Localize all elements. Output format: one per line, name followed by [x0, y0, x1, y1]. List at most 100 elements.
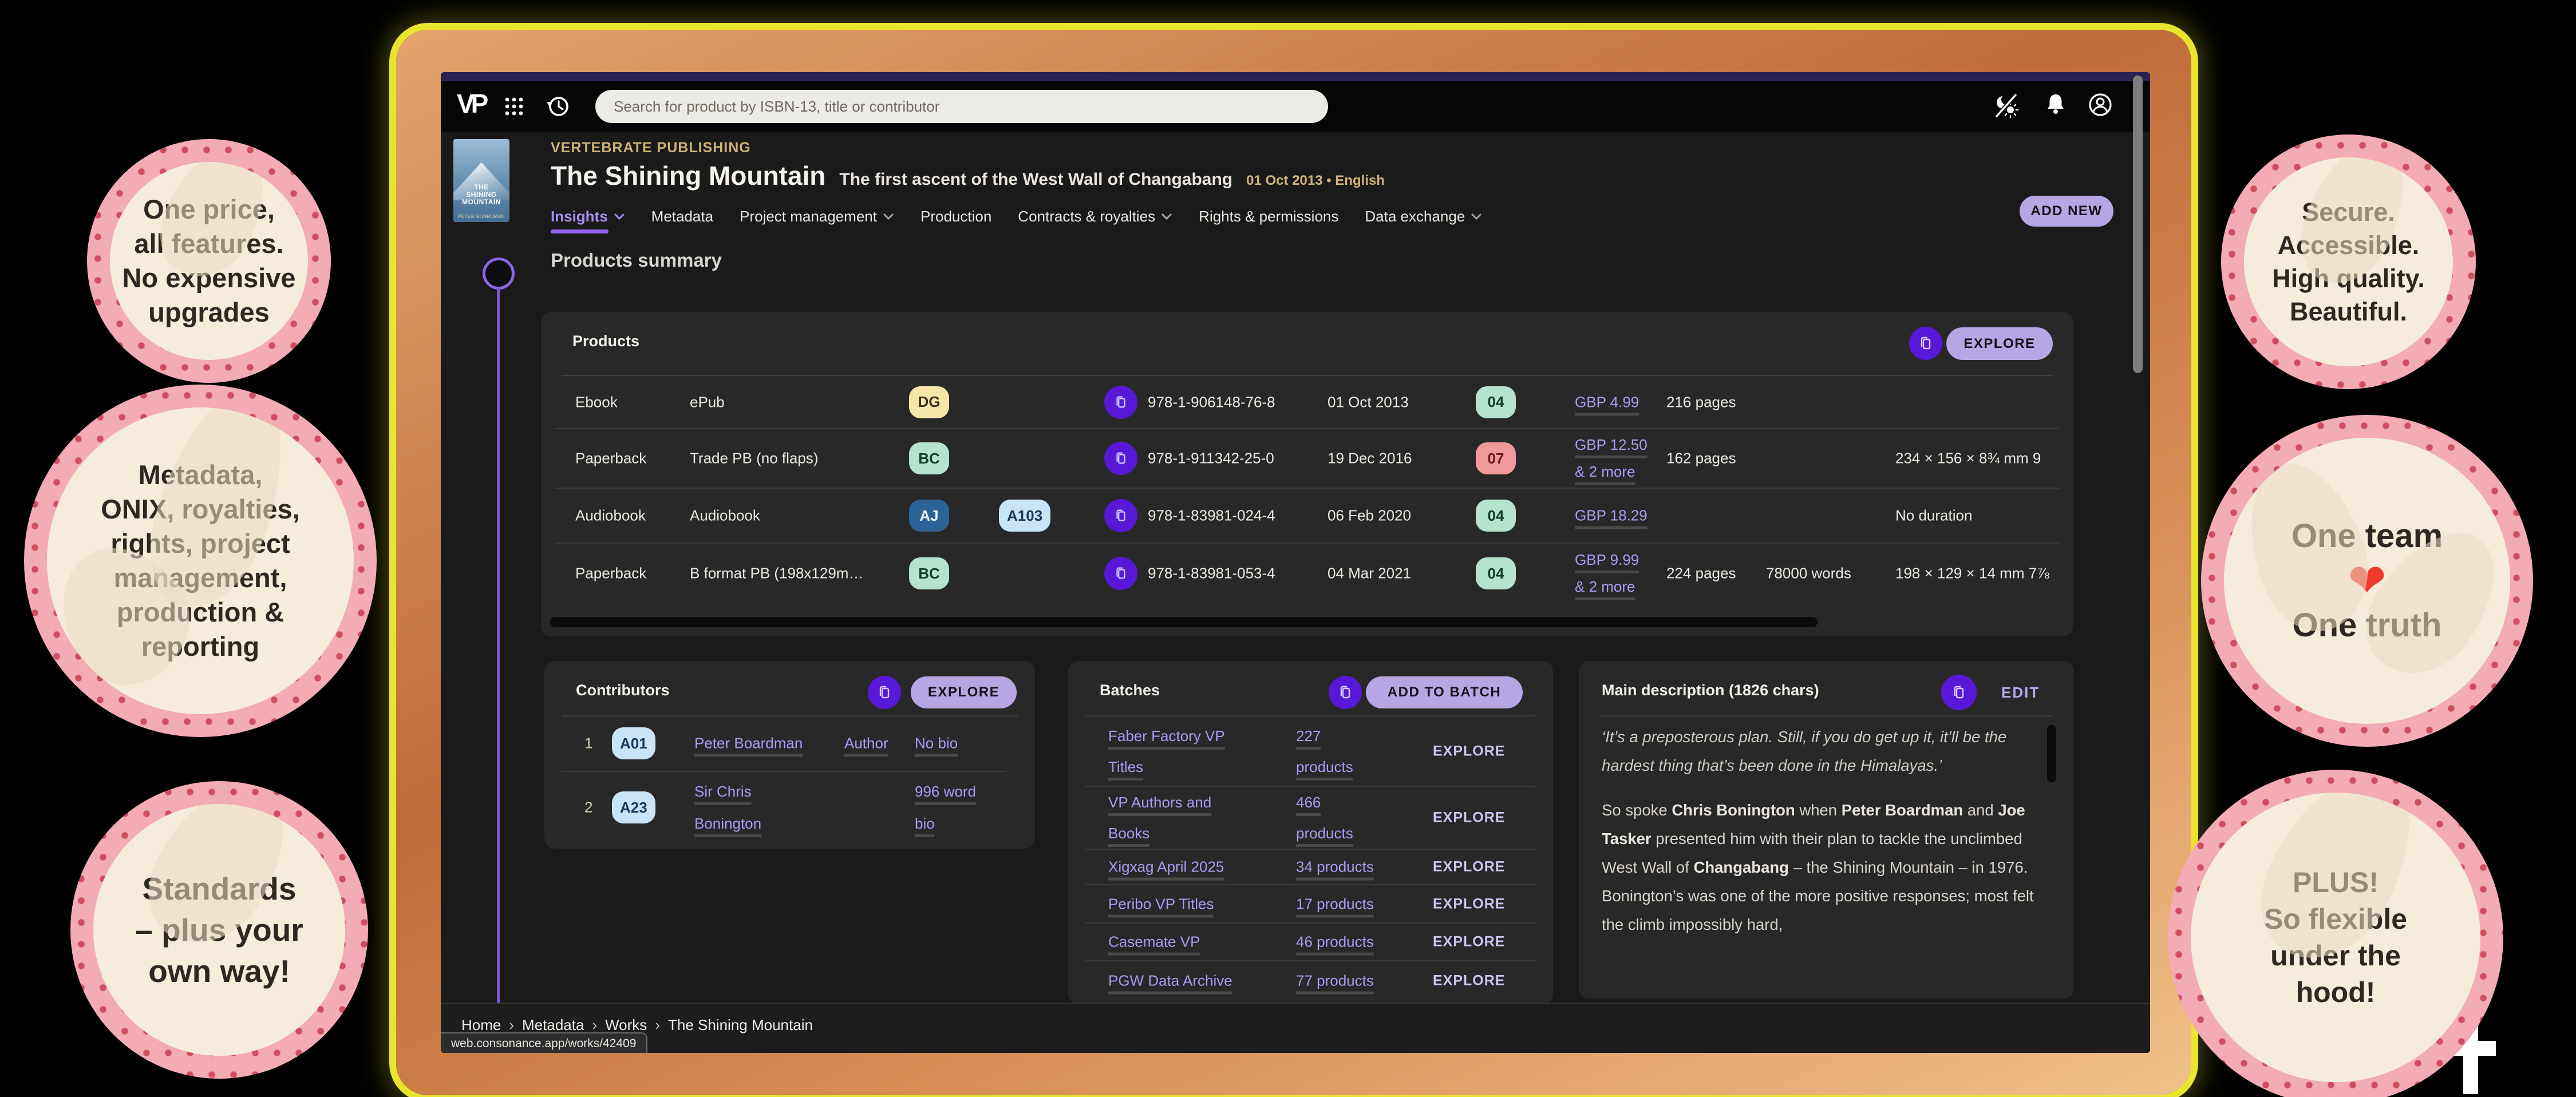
product-code-badge[interactable]: BC	[909, 442, 949, 474]
vp-logo[interactable]: VP	[457, 88, 485, 119]
breadcrumb-home[interactable]: Home	[461, 1016, 501, 1034]
breadcrumb-works[interactable]: Works	[605, 1016, 647, 1034]
batch-count-link[interactable]: 46 products	[1296, 933, 1374, 951]
duplicate-icon[interactable]	[1104, 557, 1137, 590]
product-code2-badge[interactable]: A103	[999, 500, 1050, 532]
product-isbn: 978-1-906148-76-8	[1148, 393, 1275, 411]
notifications-bell-icon[interactable]	[2042, 92, 2069, 118]
product-format: Ebook	[575, 393, 618, 411]
tab-metadata[interactable]: Metadata	[651, 208, 713, 225]
book-cover-thumbnail[interactable]: THE SHINING MOUNTAIN PETER BOARDMAN	[453, 139, 509, 222]
product-status-badge[interactable]: 07	[1476, 442, 1516, 474]
duplicate-icon[interactable]	[1941, 675, 1977, 710]
price-more-link[interactable]: & 2 more	[1575, 463, 1635, 481]
batch-row[interactable]: Peribo VP Titles 17 products EXPLORE	[1068, 885, 1553, 922]
page-vertical-scrollbar[interactable]	[2133, 76, 2143, 373]
batch-count-link[interactable]: 466 products	[1296, 794, 1353, 842]
batch-explore-link[interactable]: EXPLORE	[1433, 810, 1505, 826]
sticker-one-price: One price, all features. No expensive up…	[87, 139, 331, 383]
contributor-name-link[interactable]: Peter Boardman	[694, 735, 803, 752]
batch-row[interactable]: Faber Factory VP Titles 227 products EXP…	[1068, 716, 1553, 786]
work-meta: 01 Oct 2013 • English	[1246, 173, 1385, 189]
batch-explore-link[interactable]: EXPLORE	[1433, 973, 1505, 989]
batch-count-link[interactable]: 77 products	[1296, 972, 1374, 989]
batch-name-link[interactable]: Xigxag April 2025	[1108, 858, 1224, 876]
batch-explore-link[interactable]: EXPLORE	[1433, 859, 1505, 876]
add-new-button[interactable]: ADD NEW	[2020, 196, 2113, 227]
product-status-badge[interactable]: 04	[1476, 557, 1516, 589]
tab-insights[interactable]: Insights	[551, 208, 625, 225]
description-scrollbar[interactable]	[2047, 725, 2056, 782]
product-code-badge[interactable]: DG	[909, 386, 949, 418]
contributor-row[interactable]: 2 A23 Sir Chris Bonington 996 word bio	[544, 772, 1035, 843]
batch-row[interactable]: PGW Data Archive 77 products EXPLORE	[1068, 961, 1553, 1000]
product-code-badge[interactable]: AJ	[909, 500, 949, 532]
account-icon[interactable]	[2087, 92, 2113, 118]
history-icon[interactable]	[545, 93, 571, 119]
product-row[interactable]: Ebook ePub DG 978-1-906148-76-8 01 Oct 2…	[541, 376, 2073, 428]
breadcrumb: Home › Metadata › Works › The Shining Mo…	[461, 1016, 813, 1034]
add-to-batch-button[interactable]: ADD TO BATCH	[1366, 676, 1523, 708]
batch-name-link[interactable]: Casemate VP	[1108, 933, 1200, 951]
tab-contracts-royalties[interactable]: Contracts & royalties	[1018, 208, 1172, 225]
batch-count-link[interactable]: 34 products	[1296, 858, 1374, 876]
batch-name-link[interactable]: PGW Data Archive	[1108, 972, 1232, 989]
product-status-badge[interactable]: 04	[1476, 500, 1516, 532]
batch-row[interactable]: VP Authors and Books 466 products EXPLOR…	[1068, 787, 1553, 849]
price-link[interactable]: GBP 18.29	[1575, 507, 1647, 525]
work-title: The Shining Mountain	[551, 160, 825, 191]
batch-count-link[interactable]: 17 products	[1296, 895, 1374, 912]
products-explore-button[interactable]: EXPLORE	[1946, 327, 2053, 360]
batch-explore-link[interactable]: EXPLORE	[1433, 743, 1505, 759]
tab-rights-permissions[interactable]: Rights & permissions	[1199, 208, 1338, 225]
table-horizontal-scrollbar[interactable]	[550, 617, 1818, 627]
batch-count-link[interactable]: 227 products	[1296, 727, 1353, 775]
batch-row[interactable]: Casemate VP 46 products EXPLORE	[1068, 924, 1553, 960]
product-row[interactable]: Paperback B format PB (198x129m… BC 978-…	[541, 544, 2073, 603]
search-input[interactable]	[613, 97, 1311, 116]
publisher-name[interactable]: VERTEBRATE PUBLISHING	[551, 140, 751, 156]
tab-production[interactable]: Production	[920, 208, 991, 225]
copy-glyph	[1113, 394, 1129, 410]
sequence-number: 1	[584, 735, 592, 753]
edit-link[interactable]: EDIT	[2001, 684, 2040, 702]
price-more-link[interactable]: & 2 more	[1575, 578, 1635, 596]
price-link[interactable]: GBP 12.50	[1575, 436, 1647, 454]
batch-explore-link[interactable]: EXPLORE	[1433, 896, 1505, 912]
contributor-row[interactable]: 1 A01 Peter Boardman Author No bio	[544, 716, 1035, 770]
batch-row[interactable]: Xigxag April 2025 34 products EXPLORE	[1068, 850, 1553, 884]
breadcrumb-separator: ›	[509, 1016, 514, 1034]
duplicate-icon[interactable]	[1909, 327, 1942, 360]
product-row[interactable]: Audiobook Audiobook AJ A103 978-1-83981-…	[541, 489, 2073, 542]
sticker-feature-list: Metadata, ONIX, royalties, rights, proje…	[24, 385, 377, 737]
contributors-explore-button[interactable]: EXPLORE	[911, 676, 1017, 708]
product-pub-date: 06 Feb 2020	[1327, 507, 1411, 525]
batch-explore-link[interactable]: EXPLORE	[1433, 934, 1505, 951]
contributor-name-link[interactable]: Sir Chris Bonington	[694, 783, 761, 832]
contributor-bio-link[interactable]: No bio	[915, 735, 958, 752]
search-bar[interactable]	[595, 90, 1328, 123]
batch-name-link[interactable]: Faber Factory VP Titles	[1108, 727, 1225, 775]
duplicate-icon[interactable]	[868, 676, 901, 709]
product-row[interactable]: Paperback Trade PB (no flaps) BC 978-1-9…	[541, 429, 2073, 488]
batch-name-link[interactable]: VP Authors and Books	[1108, 794, 1211, 842]
duplicate-icon[interactable]	[1329, 676, 1362, 709]
product-code-badge[interactable]: BC	[909, 557, 949, 589]
duplicate-icon[interactable]	[1104, 386, 1137, 419]
duplicate-icon[interactable]	[1104, 499, 1137, 532]
tab-project-management[interactable]: Project management	[740, 208, 894, 225]
contributor-bio-link[interactable]: 996 word bio	[915, 783, 976, 832]
price-link[interactable]: GBP 9.99	[1575, 551, 1639, 569]
tab-data-exchange[interactable]: Data exchange	[1365, 208, 1482, 225]
duplicate-icon[interactable]	[1104, 442, 1137, 475]
contributor-code-badge[interactable]: A23	[612, 791, 655, 823]
contributor-code-badge[interactable]: A01	[612, 727, 655, 759]
price-link[interactable]: GBP 4.99	[1575, 393, 1639, 411]
product-pub-date: 19 Dec 2016	[1327, 450, 1412, 468]
batch-name-link[interactable]: Peribo VP Titles	[1108, 895, 1214, 912]
contributor-role-link[interactable]: Author	[844, 735, 888, 752]
breadcrumb-metadata[interactable]: Metadata	[522, 1016, 584, 1034]
theme-toggle-icon[interactable]	[1993, 93, 2020, 119]
apps-grid-icon[interactable]	[503, 95, 526, 118]
product-status-badge[interactable]: 04	[1476, 386, 1516, 418]
